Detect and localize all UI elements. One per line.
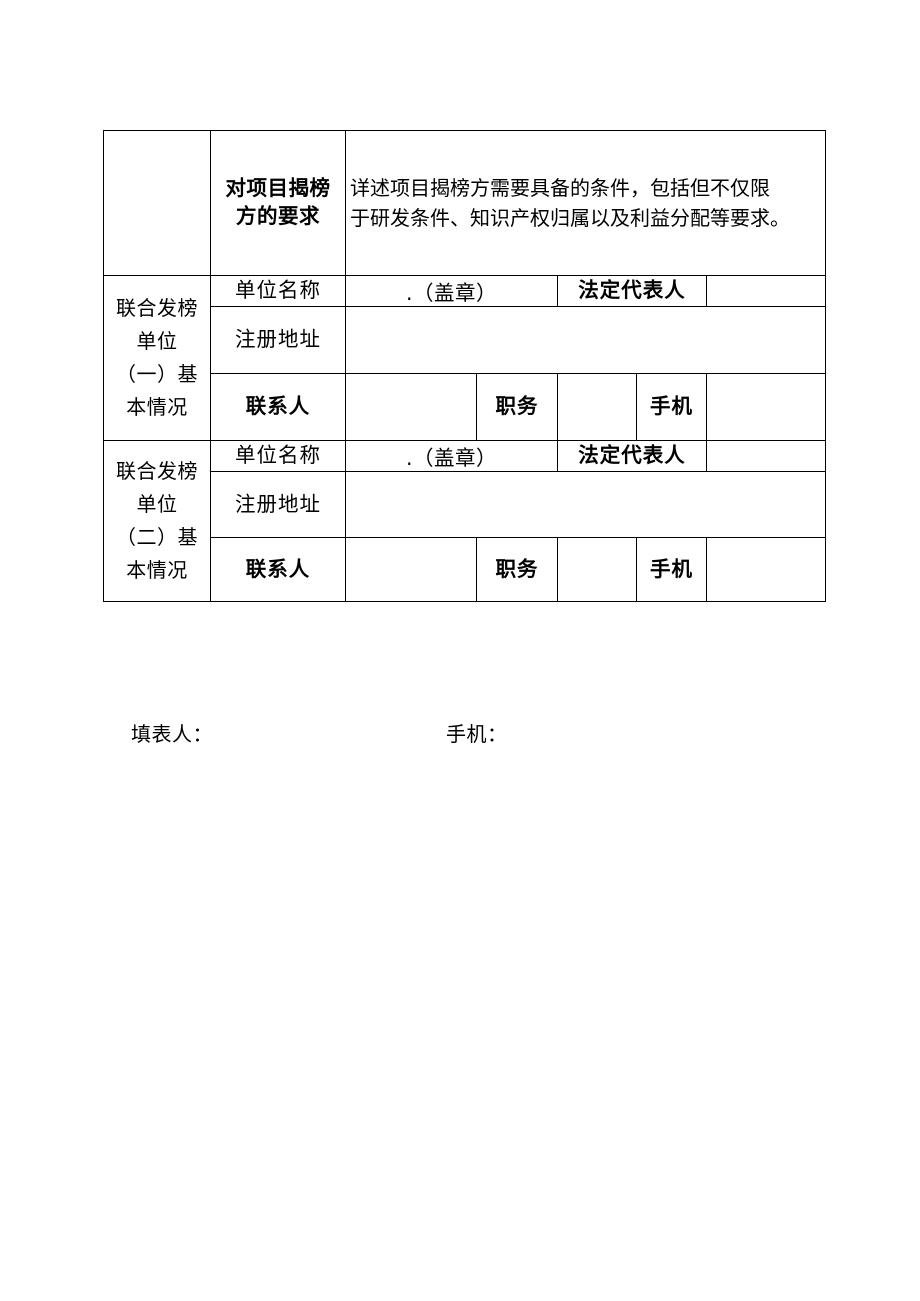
unit2-position-value[interactable]: [557, 537, 637, 602]
sidebar-label-unit-2-line-3: （二）基: [116, 525, 198, 549]
unit1-address-label: 注册地址: [210, 306, 346, 374]
unit2-contact-value[interactable]: [345, 537, 477, 602]
unit1-contact-value[interactable]: [345, 373, 477, 441]
table-row-unit1-contact: 联系人 职务 手机: [104, 373, 826, 441]
sidebar-label-unit-1-line-4: 本情况: [126, 395, 188, 419]
sidebar-label-unit-2-line-2: 单位: [136, 492, 178, 516]
unit2-legal-rep-label: 法定代表人: [557, 440, 707, 472]
requirements-label-line-1: 对项目揭榜: [225, 176, 331, 201]
unit2-phone-value[interactable]: [706, 537, 826, 602]
unit1-legal-rep-label: 法定代表人: [557, 275, 707, 307]
unit1-contact-label: 联系人: [210, 373, 346, 441]
unit1-position-label: 职务: [476, 373, 558, 441]
table-row-unit2-name: 联合发榜 单位 （二）基 本情况 单位名称 .（盖章） 法定代表人: [103, 440, 826, 602]
requirements-description-line-2: 于研发条件、知识产权归属以及利益分配等要求。: [350, 206, 790, 230]
requirements-left-empty-cell[interactable]: [103, 130, 211, 276]
footer-phone-label[interactable]: 手机：: [446, 718, 508, 747]
requirements-label-cell: 对项目揭榜 方的要求: [210, 130, 346, 276]
unit2-position-label: 职务: [476, 537, 558, 602]
unit1-name-value[interactable]: .（盖章）: [345, 275, 558, 307]
sidebar-label-unit-1-line-1: 联合发榜: [116, 296, 198, 320]
sidebar-label-unit-1: 联合发榜 单位 （一）基 本情况: [103, 275, 211, 441]
unit2-name-label: 单位名称: [210, 440, 346, 472]
unit2-name-value[interactable]: .（盖章）: [345, 440, 558, 472]
unit1-phone-label: 手机: [636, 373, 707, 441]
table-row-unit1-address: 注册地址: [104, 306, 826, 374]
document-page: 对项目揭榜 方的要求 详述项目揭榜方需要具备的条件，包括但不仅限 于研发条件、知…: [0, 0, 920, 1301]
footer-signature-row: 填表人： 手机：: [103, 718, 825, 748]
requirements-label-line-2: 方的要求: [236, 204, 320, 228]
unit1-position-value[interactable]: [557, 373, 637, 441]
sidebar-label-unit-1-line-2: 单位: [136, 329, 178, 353]
unit2-legal-rep-value[interactable]: [706, 440, 826, 472]
unit1-legal-rep-value[interactable]: [706, 275, 826, 307]
table-row-requirements: 对项目揭榜 方的要求 详述项目揭榜方需要具备的条件，包括但不仅限 于研发条件、知…: [103, 130, 826, 276]
requirements-description-text: 详述项目揭榜方需要具备的条件，包括但不仅限 于研发条件、知识产权归属以及利益分配…: [347, 173, 825, 234]
sidebar-label-unit-1-line-3: （一）基: [116, 362, 198, 386]
unit2-contact-label: 联系人: [210, 537, 346, 602]
requirements-description-cell[interactable]: 详述项目揭榜方需要具备的条件，包括但不仅限 于研发条件、知识产权归属以及利益分配…: [345, 130, 826, 276]
table-row-unit1-name: 联合发榜 单位 （一）基 本情况 单位名称 .（盖章） 法定代表人: [103, 275, 826, 441]
sidebar-label-unit-2-line-4: 本情况: [126, 558, 188, 582]
requirements-description-line-1: 详述项目揭榜方需要具备的条件，包括但不仅限: [350, 175, 770, 200]
unit1-address-value[interactable]: [345, 306, 826, 374]
footer-filler-label[interactable]: 填表人：: [131, 718, 213, 747]
unit1-name-label: 单位名称: [210, 275, 346, 307]
unit2-phone-label: 手机: [636, 537, 707, 602]
sidebar-label-unit-2: 联合发榜 单位 （二）基 本情况: [103, 440, 211, 602]
table-row-unit2-address: 注册地址: [104, 471, 826, 538]
unit2-address-value[interactable]: [345, 471, 826, 538]
unit2-address-label: 注册地址: [210, 471, 346, 538]
unit1-phone-value[interactable]: [706, 373, 826, 441]
table-row-unit2-contact: 联系人 职务 手机: [104, 537, 826, 602]
project-form-table: 对项目揭榜 方的要求 详述项目揭榜方需要具备的条件，包括但不仅限 于研发条件、知…: [103, 130, 826, 602]
sidebar-label-unit-2-line-1: 联合发榜: [116, 459, 198, 483]
